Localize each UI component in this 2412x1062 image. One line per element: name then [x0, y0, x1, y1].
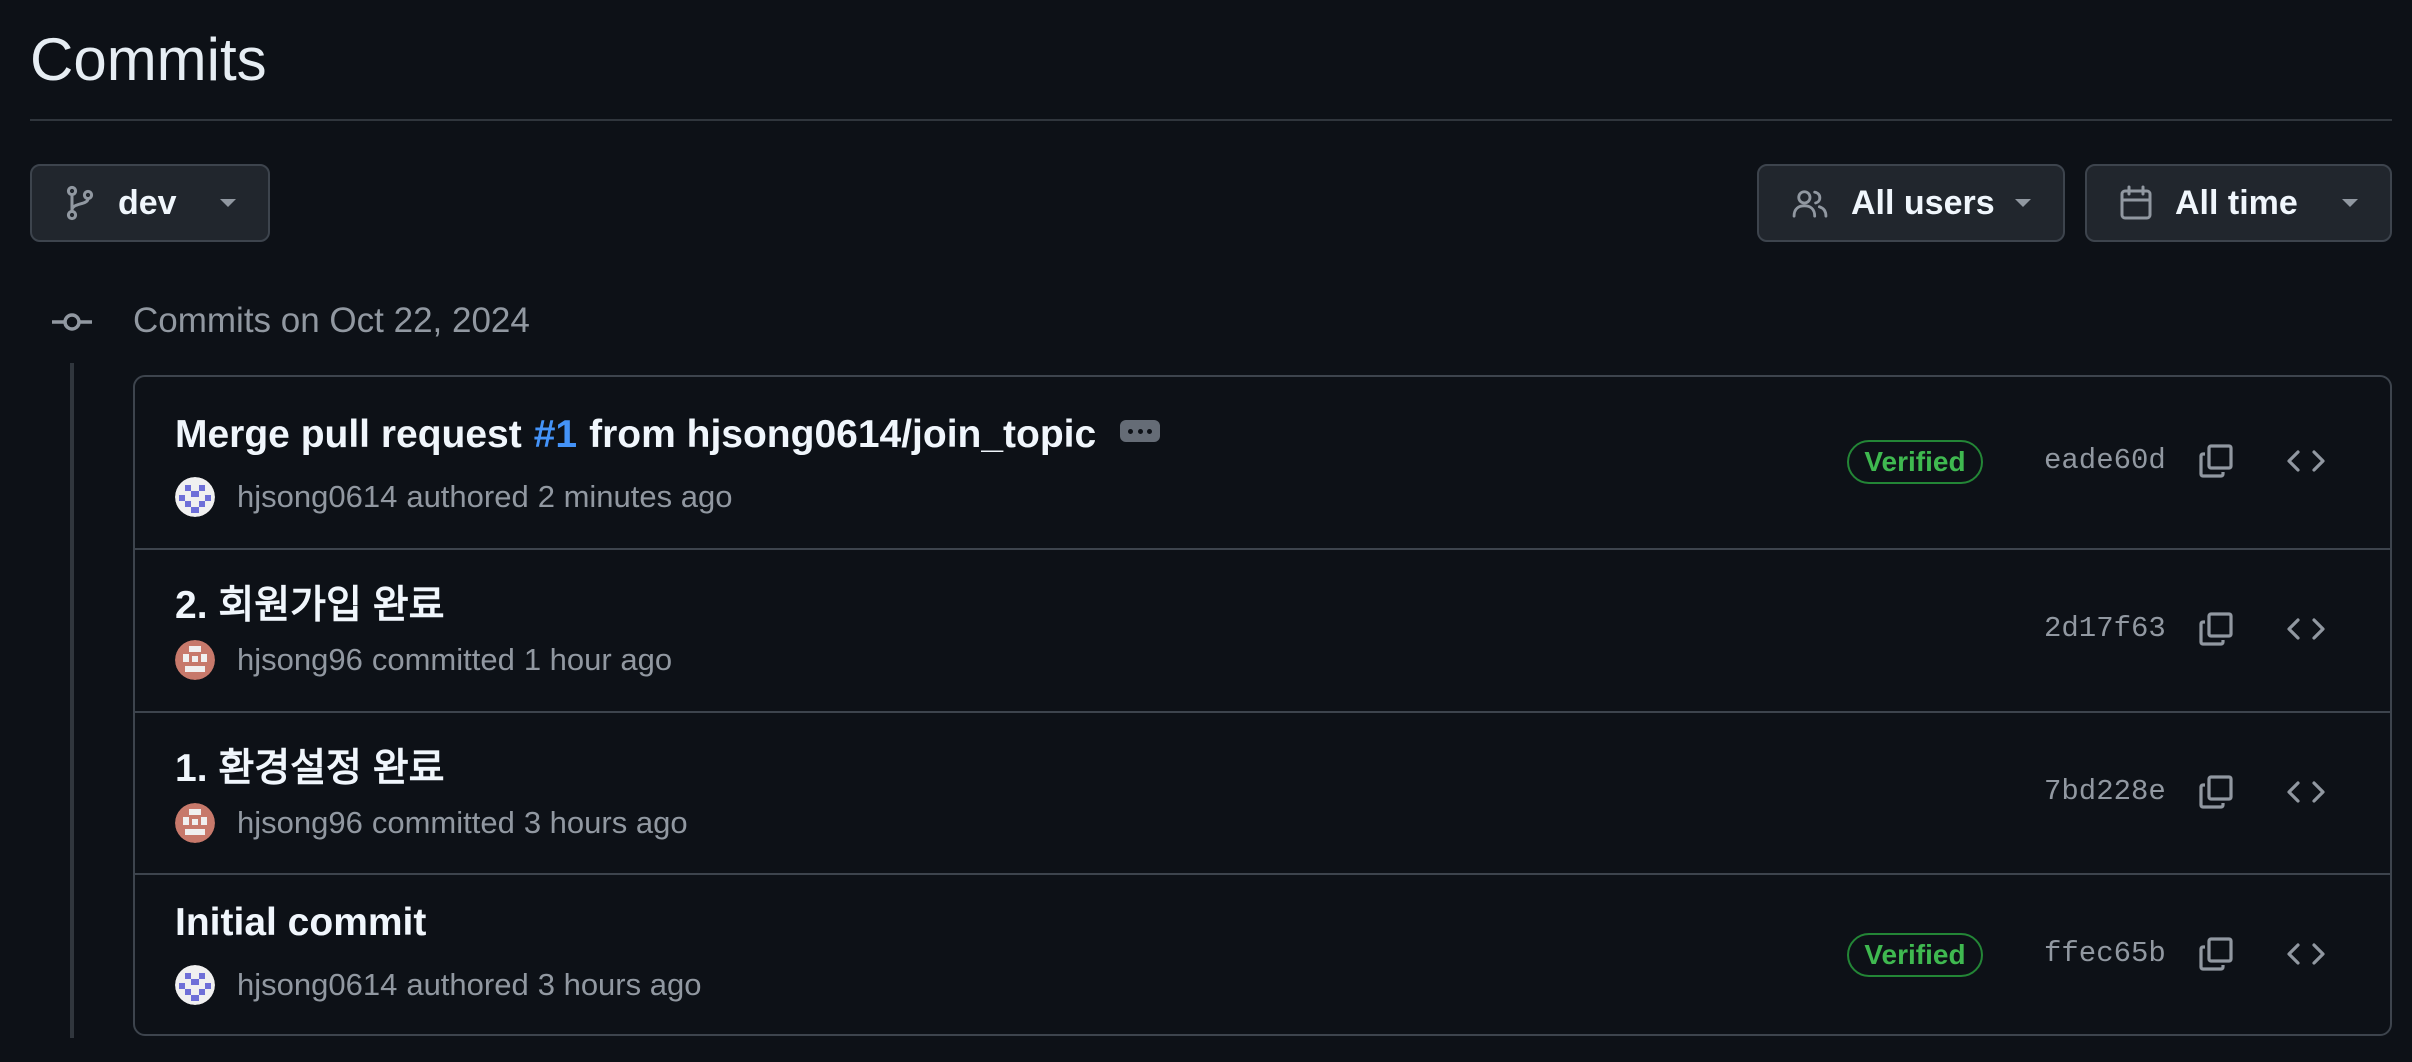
git-branch-icon — [64, 185, 96, 221]
triangle-down-icon — [2340, 197, 2360, 209]
kebab-horizontal-icon[interactable] — [1120, 420, 1161, 442]
commit-verb: committed — [371, 642, 515, 677]
commit-meta: hjsong0614 authored 3 hours ago — [175, 965, 701, 1005]
code-icon — [2285, 777, 2327, 812]
commits-page: Commits dev All users All time Commits o… — [0, 0, 2412, 1062]
title-divider — [30, 119, 2392, 121]
commit-row: Initial commit hjsong0614 authored 3 hou… — [135, 875, 2390, 1034]
verified-badge[interactable]: Verified — [1847, 440, 1983, 484]
pull-request-link[interactable]: #1 — [534, 413, 577, 457]
commit-message-link[interactable]: from hjsong0614/join_topic — [589, 413, 1096, 457]
commit-message: Merge pull request #1 from hjsong0614/jo… — [175, 413, 1161, 457]
commit-sha-link[interactable]: ffec65b — [2044, 937, 2166, 970]
commit-author-link[interactable]: hjsong96 — [237, 642, 363, 678]
commit-verb: committed — [371, 805, 515, 840]
commit-row: 1. 환경설정 완료 hjsong96 committed 3 hours ag… — [135, 713, 2390, 875]
commit-author-link[interactable]: hjsong96 — [237, 805, 363, 841]
copy-sha-button[interactable] — [2191, 769, 2241, 819]
commit-author-link[interactable]: hjsong0614 — [237, 967, 397, 1003]
commit-message: 2. 회원가입 완료 — [175, 574, 444, 630]
commit-sha-link[interactable]: eade60d — [2044, 444, 2166, 477]
users-filter-button[interactable]: All users — [1757, 164, 2065, 242]
copy-sha-button[interactable] — [2191, 931, 2241, 981]
copy-icon — [2196, 609, 2236, 654]
branch-selector-button[interactable]: dev — [30, 164, 270, 242]
commit-message-link[interactable]: Merge pull request — [175, 413, 522, 457]
avatar[interactable] — [175, 640, 215, 680]
browse-repository-button[interactable] — [2281, 931, 2331, 981]
avatar[interactable] — [175, 477, 215, 517]
commit-message-link[interactable]: 1. 환경설정 완료 — [175, 737, 444, 793]
browse-repository-button[interactable] — [2281, 606, 2331, 656]
code-icon — [2285, 614, 2327, 649]
copy-icon — [2196, 934, 2236, 979]
commit-list: Merge pull request #1 from hjsong0614/jo… — [133, 375, 2392, 1036]
copy-icon — [2196, 441, 2236, 486]
commit-time: 3 hours ago — [523, 805, 688, 840]
browse-repository-button[interactable] — [2281, 769, 2331, 819]
commit-time: 1 hour ago — [523, 642, 673, 677]
commit-meta: hjsong96 committed 3 hours ago — [175, 803, 688, 843]
browse-repository-button[interactable] — [2281, 438, 2331, 488]
commit-row: 2. 회원가입 완료 hjsong96 committed 1 hour ago — [135, 550, 2390, 713]
timeline-line — [70, 363, 74, 1038]
commit-time: 3 hours ago — [537, 967, 702, 1002]
page-title: Commits — [30, 26, 267, 93]
commit-meta: hjsong96 committed 1 hour ago — [175, 640, 672, 680]
commit-sha-link[interactable]: 7bd228e — [2044, 775, 2166, 808]
triangle-down-icon — [2013, 197, 2033, 209]
commit-message-link[interactable]: Initial commit — [175, 901, 426, 945]
commit-author-link[interactable]: hjsong0614 — [237, 479, 397, 515]
code-icon — [2285, 446, 2327, 481]
verified-badge[interactable]: Verified — [1847, 933, 1983, 977]
commit-sha-link[interactable]: 2d17f63 — [2044, 612, 2166, 645]
commit-verb: authored — [406, 479, 529, 514]
calendar-icon — [2119, 185, 2153, 221]
commit-message: Initial commit — [175, 901, 426, 945]
triangle-down-icon — [218, 197, 238, 209]
avatar[interactable] — [175, 803, 215, 843]
commit-verb: authored — [406, 967, 529, 1002]
commit-meta: hjsong0614 authored 2 minutes ago — [175, 477, 732, 517]
git-commit-icon — [50, 305, 94, 339]
time-filter-label: All time — [2175, 183, 2298, 222]
commit-message-link[interactable]: 2. 회원가입 완료 — [175, 574, 444, 630]
commit-message: 1. 환경설정 완료 — [175, 737, 444, 793]
code-icon — [2285, 939, 2327, 974]
copy-sha-button[interactable] — [2191, 606, 2241, 656]
users-filter-label: All users — [1851, 183, 1995, 222]
people-icon — [1791, 188, 1829, 218]
commit-day-heading: Commits on Oct 22, 2024 — [133, 301, 530, 340]
time-filter-button[interactable]: All time — [2085, 164, 2392, 242]
commit-time: 2 minutes ago — [537, 479, 733, 514]
avatar[interactable] — [175, 965, 215, 1005]
copy-icon — [2196, 772, 2236, 817]
copy-sha-button[interactable] — [2191, 438, 2241, 488]
commit-row: Merge pull request #1 from hjsong0614/jo… — [135, 377, 2390, 550]
branch-selector-label: dev — [118, 183, 177, 222]
